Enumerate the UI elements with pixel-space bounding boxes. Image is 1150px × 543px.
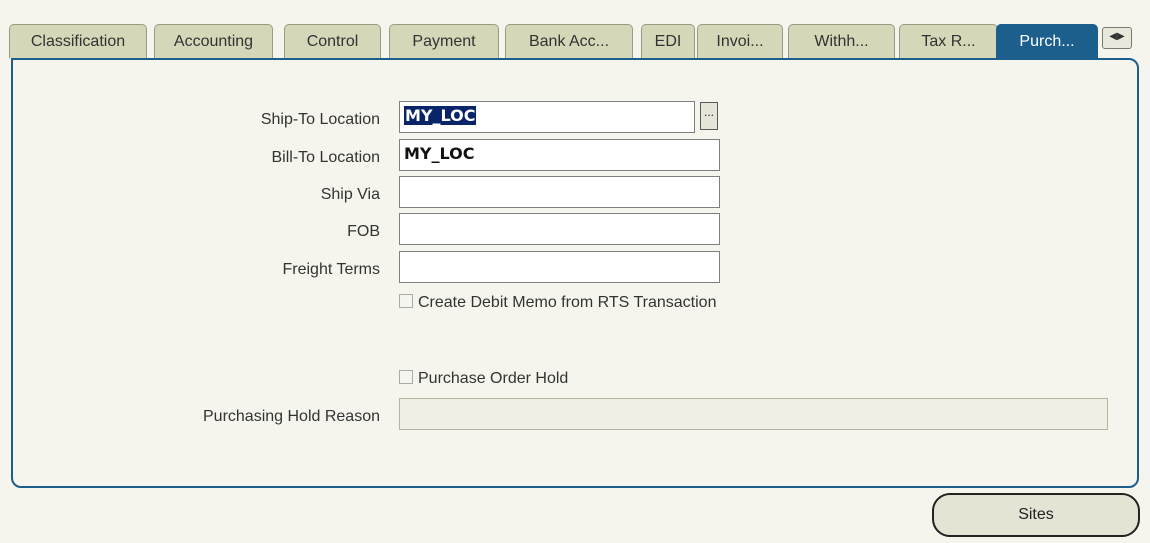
create-debit-memo-checkbox[interactable] <box>399 293 413 308</box>
sites-button[interactable]: Sites <box>932 493 1140 537</box>
tab-edi[interactable]: EDI <box>641 24 695 58</box>
list-of-values-button[interactable]: ... <box>700 102 718 130</box>
purchase-order-hold-row[interactable]: Purchase Order Hold <box>399 369 569 388</box>
ship-via-field[interactable] <box>399 176 720 208</box>
tab-accounting[interactable]: Accounting <box>154 24 273 58</box>
ship-via-label: Ship Via <box>320 186 380 203</box>
freight-terms-field[interactable] <box>399 251 720 283</box>
tab-classification[interactable]: Classification <box>9 24 147 58</box>
fob-label: FOB <box>347 223 380 240</box>
bill-to-location-field[interactable]: MY_LOC <box>399 139 720 171</box>
tab-tax-reporting[interactable]: Tax R... <box>899 24 998 58</box>
tab-control[interactable]: Control <box>284 24 381 58</box>
tab-invoice[interactable]: Invoi... <box>697 24 783 58</box>
left-right-arrows-icon[interactable]: ◀▶ <box>1102 27 1132 49</box>
ship-to-location-label: Ship-To Location <box>260 111 380 128</box>
purchase-order-hold-checkbox[interactable] <box>399 369 413 384</box>
tab-payment[interactable]: Payment <box>389 24 499 58</box>
ship-to-location-value: MY_LOC <box>404 106 477 125</box>
bill-to-location-label: Bill-To Location <box>271 149 381 166</box>
ship-to-location-field[interactable]: MY_LOC <box>399 101 695 133</box>
tab-bank-accounts[interactable]: Bank Acc... <box>505 24 633 58</box>
create-debit-memo-row[interactable]: Create Debit Memo from RTS Transaction <box>399 293 717 312</box>
freight-terms-label: Freight Terms <box>282 261 380 278</box>
tab-withholding[interactable]: Withh... <box>788 24 895 58</box>
purchase-order-hold-label: Purchase Order Hold <box>418 370 569 387</box>
create-debit-memo-label: Create Debit Memo from RTS Transaction <box>418 294 717 311</box>
tab-purchasing[interactable]: Purch... <box>996 24 1098 60</box>
fob-field[interactable] <box>399 213 720 245</box>
purchasing-hold-reason-label: Purchasing Hold Reason <box>203 408 380 425</box>
purchasing-hold-reason-field <box>399 398 1108 430</box>
